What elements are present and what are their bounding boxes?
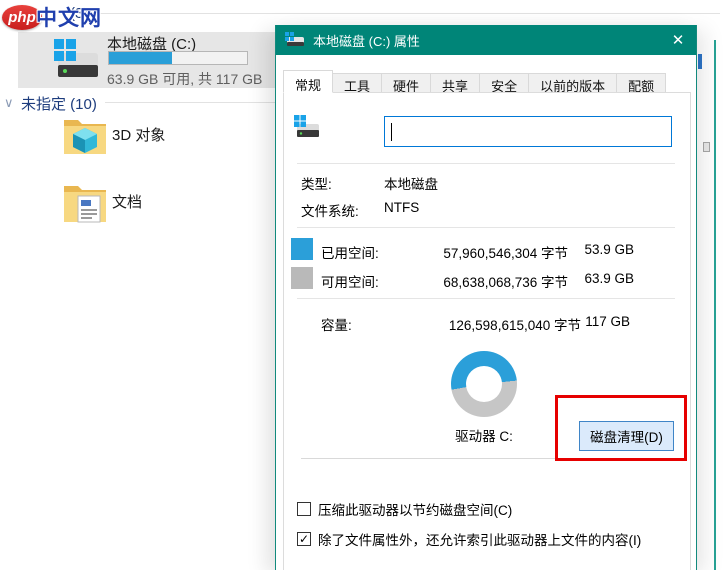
free-space-swatch bbox=[291, 267, 313, 289]
tab-security[interactable]: 安全 bbox=[480, 73, 530, 94]
dialog-tabstrip: 常规 工具 硬件 共享 安全 以前的版本 配额 bbox=[283, 70, 667, 94]
index-contents-row: 除了文件属性外，还允许索引此驱动器上文件的内容(I) bbox=[297, 529, 641, 549]
php-logo-text: 中文网 bbox=[36, 7, 102, 30]
capacity-bar-fill bbox=[109, 52, 173, 64]
volume-name-input[interactable] bbox=[384, 116, 672, 147]
properties-dialog: 本地磁盘 (C:) 属性 ✕ 常规 工具 硬件 共享 安全 以前的版本 配额 类… bbox=[275, 25, 697, 570]
drive-icon-small bbox=[285, 32, 304, 46]
folder-item-3d-objects[interactable] bbox=[62, 112, 108, 163]
chevron-down-icon[interactable]: ∨ bbox=[4, 95, 14, 111]
filesystem-label: 文件系统: bbox=[301, 204, 359, 219]
type-label: 类型: bbox=[301, 177, 332, 192]
unspecified-group-header[interactable]: 未指定 (10) bbox=[21, 93, 97, 114]
compress-drive-row: 压缩此驱动器以节约磁盘空间(C) bbox=[297, 499, 512, 519]
background-fragment bbox=[698, 54, 702, 69]
tab-sharing[interactable]: 共享 bbox=[431, 73, 481, 94]
used-space-label: 已用空间: bbox=[321, 246, 379, 261]
close-icon[interactable]: ✕ bbox=[660, 25, 696, 55]
php-chinese-net-logo: php 中文网 bbox=[2, 3, 102, 31]
drive-icon bbox=[54, 39, 98, 77]
tab-hardware[interactable]: 硬件 bbox=[382, 73, 432, 94]
background-fragment bbox=[703, 142, 710, 152]
compress-drive-label: 压缩此驱动器以节约磁盘空间(C) bbox=[318, 503, 513, 518]
red-annotation-box bbox=[555, 395, 687, 461]
compress-drive-checkbox[interactable] bbox=[297, 502, 311, 516]
free-space-label: 可用空间: bbox=[321, 275, 379, 290]
tab-previous-versions[interactable]: 以前的版本 bbox=[529, 73, 618, 94]
group-separator-line bbox=[95, 13, 720, 14]
dialog-title: 本地磁盘 (C:) 属性 bbox=[313, 33, 420, 49]
screenshot-root: (3) php 中文网 本地磁盘 (C:) 63.9 GB 可用, 共 117 … bbox=[0, 0, 726, 570]
used-space-size: 53.9 GB bbox=[584, 242, 634, 257]
background-window-border bbox=[714, 40, 716, 570]
capacity-size: 117 GB bbox=[585, 314, 630, 329]
group-separator-line bbox=[105, 102, 280, 103]
capacity-bytes: 126,598,615,040 字节 bbox=[448, 318, 581, 333]
tab-quota[interactable]: 配额 bbox=[617, 73, 667, 94]
used-space-bytes: 57,960,546,304 字节 bbox=[443, 246, 568, 261]
folder-label: 文档 bbox=[112, 194, 143, 211]
separator bbox=[297, 227, 675, 228]
3d-objects-folder-icon bbox=[64, 120, 106, 154]
type-value: 本地磁盘 bbox=[384, 177, 438, 192]
dialog-titlebar[interactable]: 本地磁盘 (C:) 属性 ✕ bbox=[276, 25, 696, 55]
index-contents-checkbox[interactable] bbox=[297, 532, 311, 546]
text-caret bbox=[391, 123, 392, 141]
free-space-size: 63.9 GB bbox=[584, 271, 634, 286]
drive-caption: 驱动器 C: bbox=[455, 429, 513, 444]
folder-item-documents[interactable] bbox=[62, 180, 108, 231]
index-contents-label: 除了文件属性外，还允许索引此驱动器上文件的内容(I) bbox=[318, 533, 642, 548]
filesystem-value: NTFS bbox=[384, 200, 420, 215]
drive-capacity-bar bbox=[108, 51, 248, 65]
tab-general[interactable]: 常规 bbox=[283, 70, 334, 93]
used-space-swatch bbox=[291, 238, 313, 260]
capacity-donut bbox=[451, 351, 517, 417]
tab-tools[interactable]: 工具 bbox=[333, 73, 383, 94]
free-space-bytes: 68,638,068,736 字节 bbox=[443, 275, 568, 290]
drive-icon bbox=[294, 115, 319, 137]
folder-label: 3D 对象 bbox=[112, 127, 166, 144]
donut-hole bbox=[466, 366, 502, 402]
drive-usage-label: 63.9 GB 可用, 共 117 GB bbox=[107, 71, 263, 87]
capacity-label: 容量: bbox=[321, 318, 352, 333]
documents-folder-icon bbox=[64, 186, 106, 223]
separator bbox=[297, 163, 675, 164]
separator bbox=[297, 298, 675, 299]
